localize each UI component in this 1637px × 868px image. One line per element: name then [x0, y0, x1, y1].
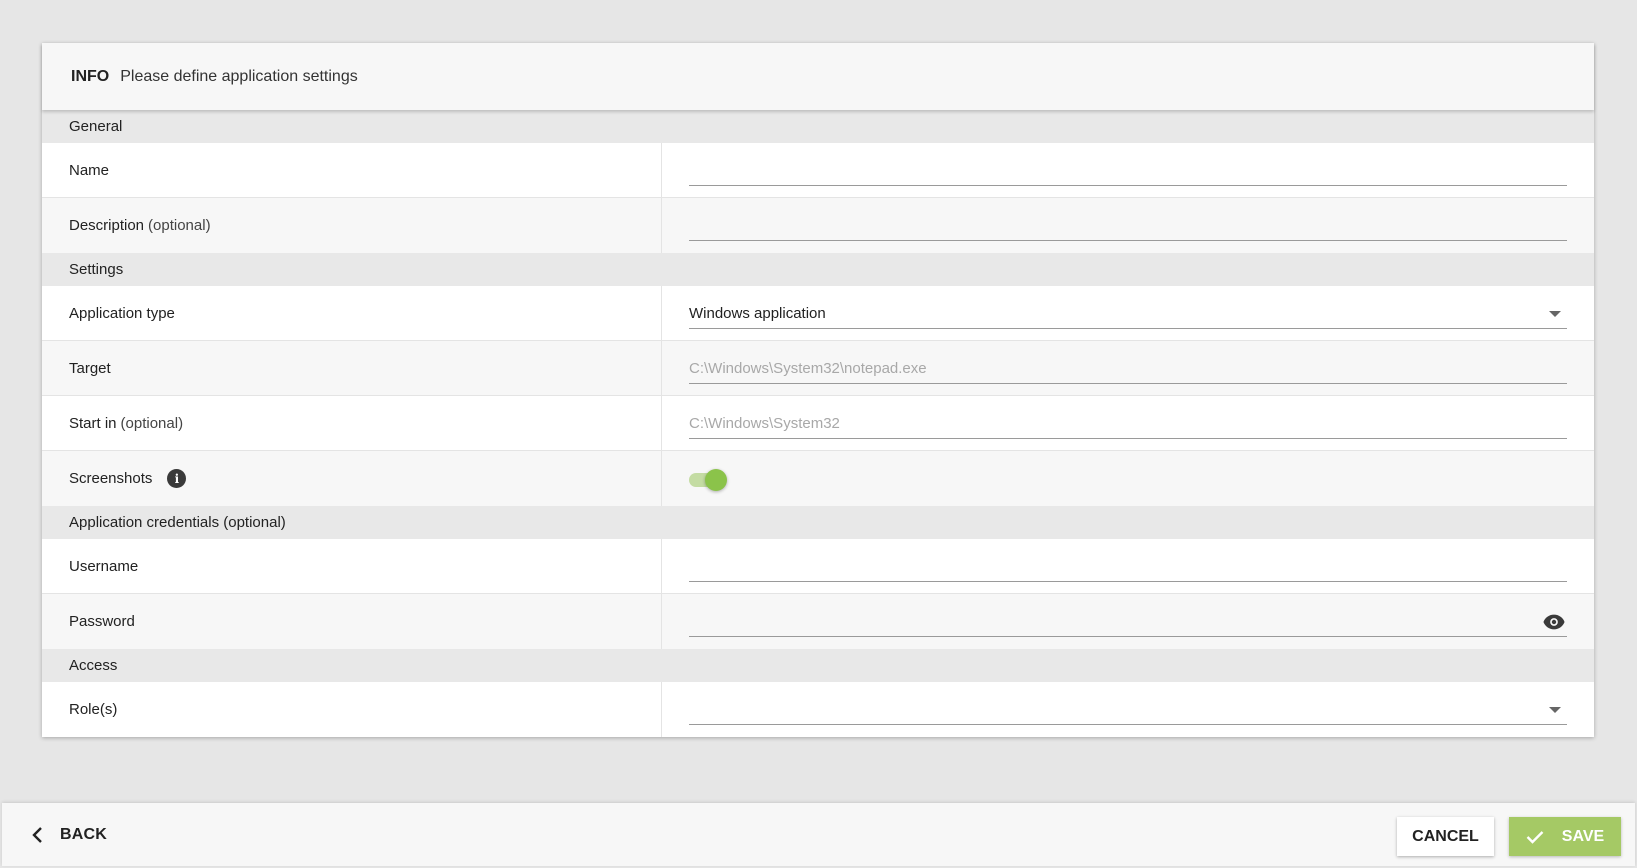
- caret-down-icon: [1549, 707, 1561, 713]
- row-name: Name: [42, 143, 1594, 198]
- username-label: Username: [42, 539, 662, 593]
- section-general: General: [42, 110, 1594, 143]
- application-type-value: Windows application: [689, 305, 826, 322]
- roles-label: Role(s): [42, 682, 662, 737]
- target-label-text: Target: [69, 359, 111, 377]
- description-input[interactable]: [689, 211, 1567, 240]
- target-label: Target: [42, 341, 662, 395]
- save-button[interactable]: SAVE: [1509, 817, 1621, 856]
- screenshots-label-text: Screenshots: [69, 470, 153, 487]
- section-credentials-title: Application credentials (optional): [69, 514, 286, 531]
- password-label-text: Password: [69, 613, 135, 630]
- toggle-knob: [705, 469, 727, 491]
- section-credentials: Application credentials (optional): [42, 506, 1594, 539]
- back-button[interactable]: BACK: [32, 818, 107, 852]
- description-label: Description (optional): [42, 198, 662, 253]
- start-in-input[interactable]: [689, 409, 1567, 438]
- target-input[interactable]: [689, 354, 1567, 383]
- info-tag: INFO: [71, 67, 110, 85]
- section-access-title: Access: [69, 657, 118, 674]
- roles-label-text: Role(s): [69, 701, 118, 718]
- info-bar: INFO Please define application settings: [42, 43, 1594, 110]
- row-screenshots: Screenshots i: [42, 451, 1594, 506]
- application-type-label: Application type: [42, 286, 662, 340]
- start-in-label: Start in (optional): [42, 396, 662, 450]
- application-type-select[interactable]: Windows application: [689, 299, 1567, 329]
- password-input[interactable]: [689, 607, 1567, 636]
- info-text: Please define application settings: [120, 67, 358, 85]
- row-roles: Role(s): [42, 682, 1594, 737]
- screenshots-toggle[interactable]: [689, 468, 729, 491]
- info-icon[interactable]: i: [167, 469, 187, 488]
- chevron-left-icon: [32, 827, 42, 843]
- screenshots-label: Screenshots i: [42, 451, 662, 506]
- back-label: BACK: [60, 826, 108, 843]
- section-general-title: General: [69, 118, 123, 135]
- username-label-text: Username: [69, 557, 139, 575]
- row-application-type: Application type Windows application: [42, 286, 1594, 341]
- caret-down-icon: [1549, 311, 1561, 317]
- eye-icon[interactable]: [1543, 614, 1565, 630]
- name-label-text: Name: [69, 161, 110, 179]
- start-in-optional-text: (optional): [120, 414, 184, 432]
- row-password: Password: [42, 594, 1594, 649]
- name-input[interactable]: [689, 156, 1567, 185]
- description-label-text: Description: [69, 217, 145, 234]
- row-username: Username: [42, 539, 1594, 594]
- start-in-label-text: Start in: [69, 414, 117, 432]
- username-input[interactable]: [689, 552, 1567, 581]
- check-icon: [1526, 830, 1544, 844]
- cancel-button[interactable]: CANCEL: [1397, 817, 1494, 856]
- footer-bar: BACK CANCEL SAVE: [2, 803, 1635, 866]
- save-label: SAVE: [1561, 827, 1605, 845]
- row-target: Target: [42, 341, 1594, 396]
- section-settings-title: Settings: [69, 261, 124, 278]
- section-access: Access: [42, 649, 1594, 682]
- application-type-label-text: Application type: [69, 304, 175, 322]
- section-settings: Settings: [42, 253, 1594, 286]
- name-label: Name: [42, 143, 662, 197]
- row-description: Description (optional): [42, 198, 1594, 253]
- roles-select[interactable]: [689, 695, 1567, 725]
- description-optional-text: (optional): [148, 217, 211, 234]
- password-label: Password: [42, 594, 662, 649]
- settings-card: INFO Please define application settings …: [42, 43, 1594, 737]
- row-start-in: Start in (optional): [42, 396, 1594, 451]
